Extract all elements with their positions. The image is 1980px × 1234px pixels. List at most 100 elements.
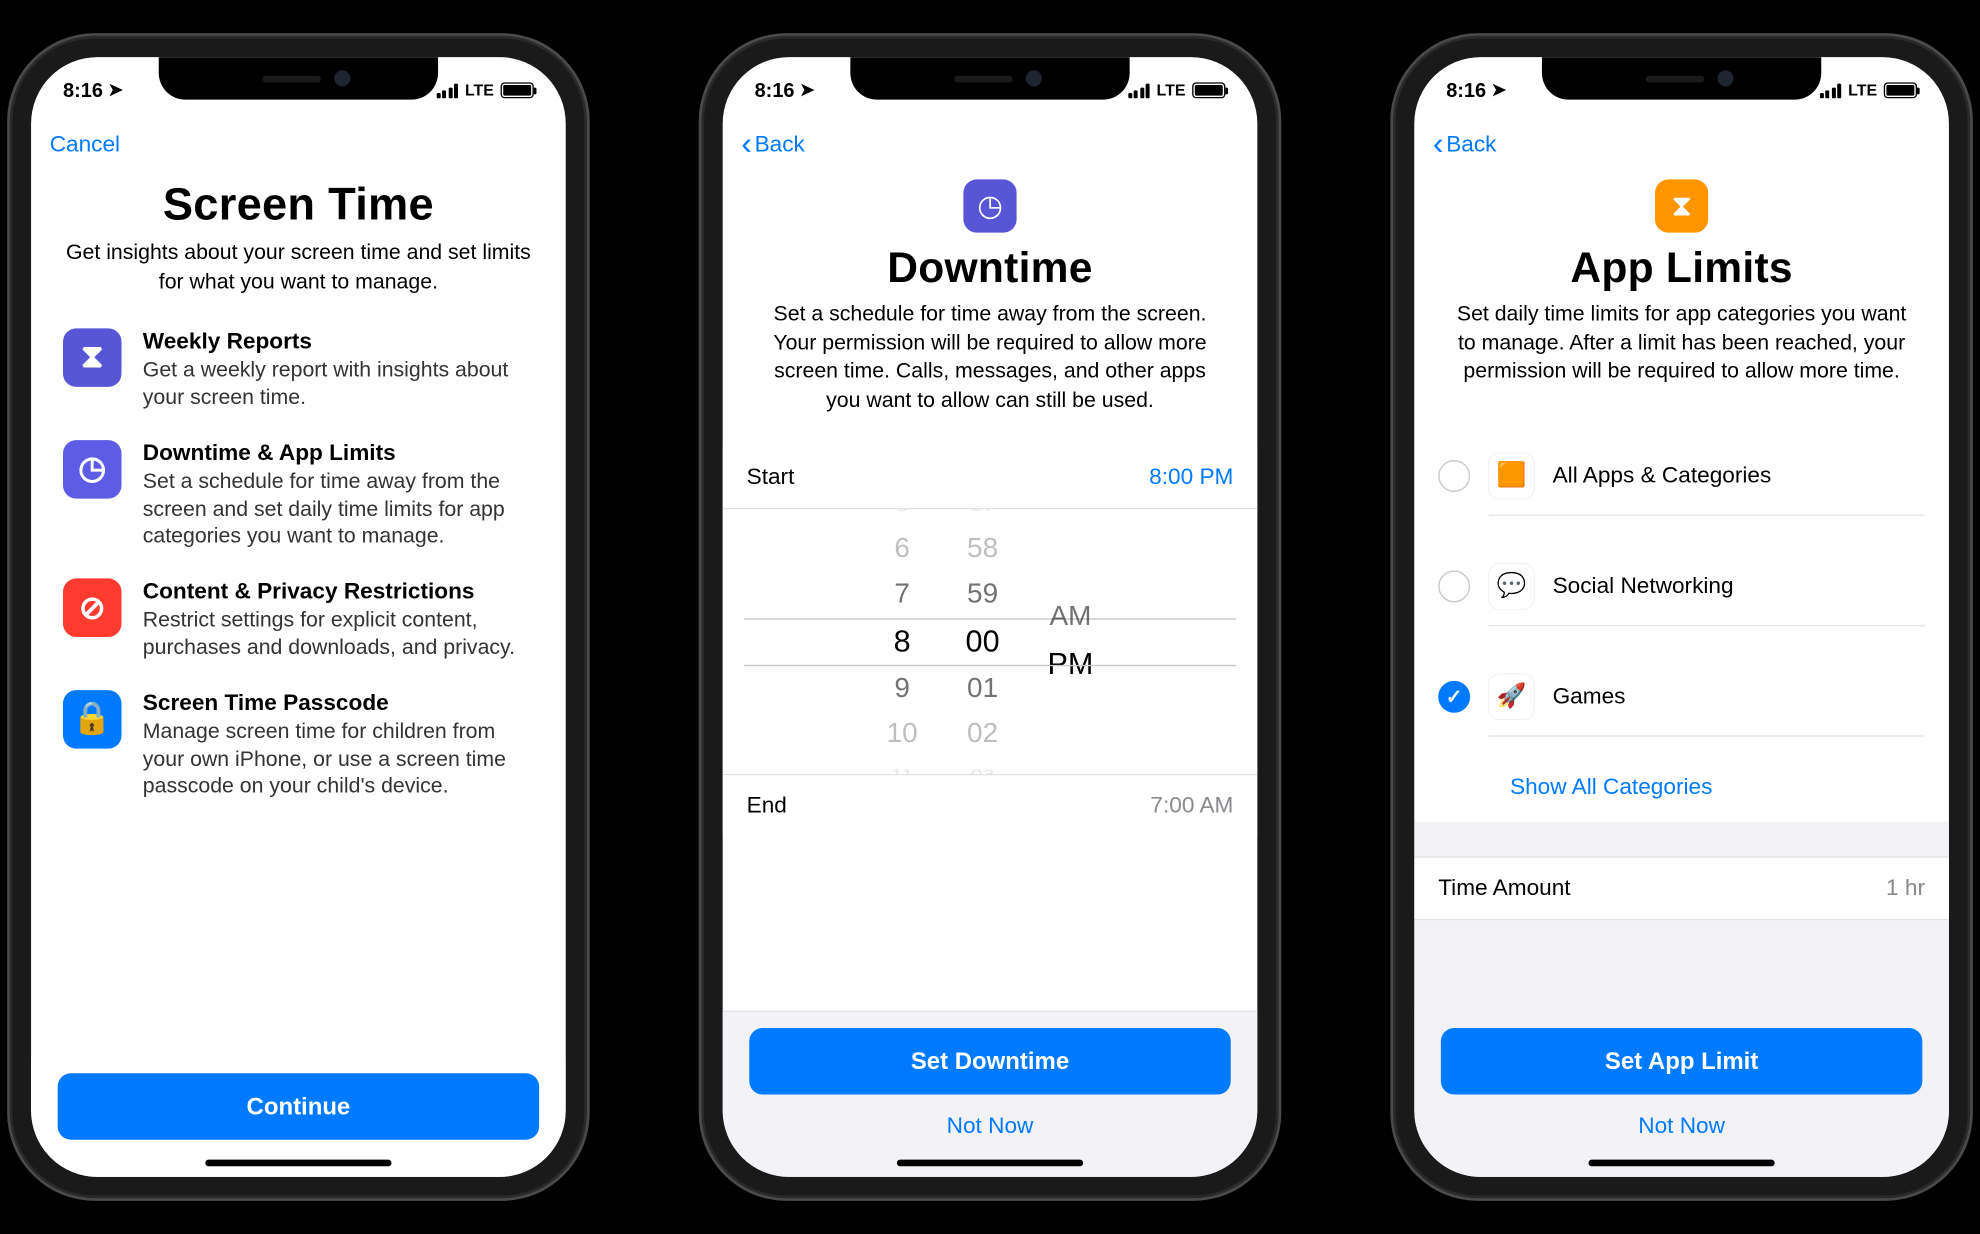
nav-bar: ‹Back [723, 116, 1258, 175]
cancel-button[interactable]: Cancel [50, 132, 120, 159]
status-time: 8:16 [1446, 79, 1486, 102]
page-title: Screen Time [66, 179, 532, 231]
feature-desc: Manage screen time for children from you… [143, 719, 534, 802]
signal-icon [1128, 83, 1150, 98]
feature-downtime: ◷ Downtime & App LimitsSet a schedule fo… [63, 440, 534, 552]
ampm-column[interactable]: AM PM [1047, 510, 1093, 775]
picker-value: 59 [967, 579, 998, 611]
screen-1: 8:16➤ LTE Cancel Screen Time Get insight… [31, 57, 566, 1177]
feature-passcode: 🔒 Screen Time PasscodeManage screen time… [63, 690, 534, 802]
phone-frame-1: 8:16➤ LTE Cancel Screen Time Get insight… [12, 38, 584, 1195]
picker-value: 01 [967, 673, 998, 705]
feature-desc: Restrict settings for explicit content, … [143, 608, 534, 663]
stack-icon: 🟧 [1489, 453, 1534, 498]
phone-frame-2: 8:16➤ LTE ‹Back ◷ Downtime Set a schedul… [704, 38, 1276, 1195]
home-indicator[interactable] [897, 1160, 1083, 1167]
continue-button[interactable]: Continue [58, 1073, 539, 1140]
picker-value: 57 [971, 510, 995, 516]
not-now-button[interactable]: Not Now [749, 1094, 1230, 1139]
location-icon: ➤ [1491, 80, 1506, 101]
end-label: End [747, 793, 1151, 820]
status-time: 8:16 [63, 79, 103, 102]
radio-checked[interactable] [1438, 681, 1470, 713]
picker-value: 10 [887, 719, 918, 751]
page-title: Downtime [757, 243, 1223, 292]
hour-column[interactable]: 5 6 7 8 9 10 11 [887, 510, 918, 775]
feature-title: Downtime & App Limits [143, 440, 534, 467]
category-label: Social Networking [1553, 573, 1734, 600]
category-all-apps[interactable]: 🟧 All Apps & Categories [1414, 421, 1949, 531]
set-app-limit-button[interactable]: Set App Limit [1441, 1028, 1922, 1095]
category-social[interactable]: 💬 Social Networking [1414, 532, 1949, 642]
feature-weekly-reports: ⧗ Weekly ReportsGet a weekly report with… [63, 329, 534, 414]
picker-value: 8 [894, 624, 911, 660]
signal-icon [436, 83, 458, 98]
page-title: App Limits [1449, 243, 1915, 292]
feature-desc: Get a weekly report with insights about … [143, 358, 534, 413]
picker-value: AM [1049, 602, 1091, 634]
page-subtitle: Get insights about your screen time and … [66, 239, 532, 296]
phone-frame-3: 8:16➤ LTE ‹Back ⧗ App Limits Set daily t… [1396, 38, 1968, 1195]
picker-value: PM [1047, 647, 1093, 683]
feature-title: Content & Privacy Restrictions [143, 579, 534, 606]
carrier-label: LTE [1157, 81, 1186, 100]
end-time-row[interactable]: End 7:00 AM [723, 776, 1258, 837]
picker-value: 02 [967, 719, 998, 751]
carrier-label: LTE [1848, 81, 1877, 100]
rocket-icon: 🚀 [1489, 674, 1534, 719]
feature-title: Screen Time Passcode [143, 690, 534, 717]
screen-3: 8:16➤ LTE ‹Back ⧗ App Limits Set daily t… [1414, 57, 1949, 1177]
time-amount-value: 1 hr [1886, 875, 1925, 902]
feature-restrictions: ⊘ Content & Privacy RestrictionsRestrict… [63, 579, 534, 664]
end-value: 7:00 AM [1150, 793, 1233, 820]
start-time-row[interactable]: Start 8:00 PM [723, 447, 1258, 510]
picker-value: 58 [967, 534, 998, 566]
back-button[interactable]: ‹Back [1433, 129, 1497, 161]
notch [159, 57, 438, 100]
chat-icon: 💬 [1489, 564, 1534, 609]
show-all-categories-button[interactable]: Show All Categories [1414, 752, 1949, 821]
home-indicator[interactable] [1589, 1160, 1775, 1167]
back-label: Back [1446, 132, 1496, 159]
picker-value: 6 [894, 534, 910, 566]
category-games[interactable]: 🚀 Games [1414, 642, 1949, 752]
battery-icon [1884, 82, 1917, 98]
picker-value: 7 [894, 579, 910, 611]
page-subtitle: Set daily time limits for app categories… [1449, 300, 1915, 386]
nav-bar: Cancel [31, 116, 566, 175]
home-indicator[interactable] [205, 1160, 391, 1167]
feature-desc: Set a schedule for time away from the sc… [143, 469, 534, 552]
picker-value: 00 [966, 624, 1000, 660]
start-label: Start [747, 465, 1150, 492]
minute-column[interactable]: 57 58 59 00 01 02 03 [966, 510, 1000, 775]
time-amount-row[interactable]: Time Amount 1 hr [1414, 857, 1949, 918]
nav-bar: ‹Back [1414, 116, 1949, 175]
back-button[interactable]: ‹Back [741, 129, 805, 161]
set-downtime-button[interactable]: Set Downtime [749, 1028, 1230, 1095]
carrier-label: LTE [465, 81, 494, 100]
content-area: Screen Time Get insights about your scre… [31, 174, 566, 1057]
hourglass-icon: ⧗ [63, 329, 122, 388]
radio-unchecked[interactable] [1438, 571, 1470, 603]
chevron-left-icon: ‹ [1433, 129, 1444, 161]
location-icon: ➤ [108, 80, 123, 101]
clock-icon: ◷ [63, 440, 122, 499]
chevron-left-icon: ‹ [741, 129, 752, 161]
clock-icon: ◷ [963, 179, 1016, 232]
feature-title: Weekly Reports [143, 329, 534, 356]
battery-icon [501, 82, 534, 98]
picker-value: 9 [894, 673, 910, 705]
notch [850, 57, 1129, 100]
not-now-button[interactable]: Not Now [1441, 1094, 1922, 1139]
time-amount-label: Time Amount [1438, 875, 1886, 902]
content-area: ⧗ App Limits Set daily time limits for a… [1414, 174, 1949, 1177]
screen-2: 8:16➤ LTE ‹Back ◷ Downtime Set a schedul… [723, 57, 1258, 1177]
time-picker[interactable]: 5 6 7 8 9 10 11 57 58 59 00 01 02 [723, 510, 1258, 776]
picker-value: 03 [971, 769, 995, 776]
battery-icon [1192, 82, 1225, 98]
picker-value: 5 [896, 510, 908, 516]
page-subtitle: Set a schedule for time away from the sc… [757, 300, 1223, 415]
radio-unchecked[interactable] [1438, 460, 1470, 492]
content-area: ◷ Downtime Set a schedule for time away … [723, 174, 1258, 1011]
location-icon: ➤ [800, 80, 815, 101]
